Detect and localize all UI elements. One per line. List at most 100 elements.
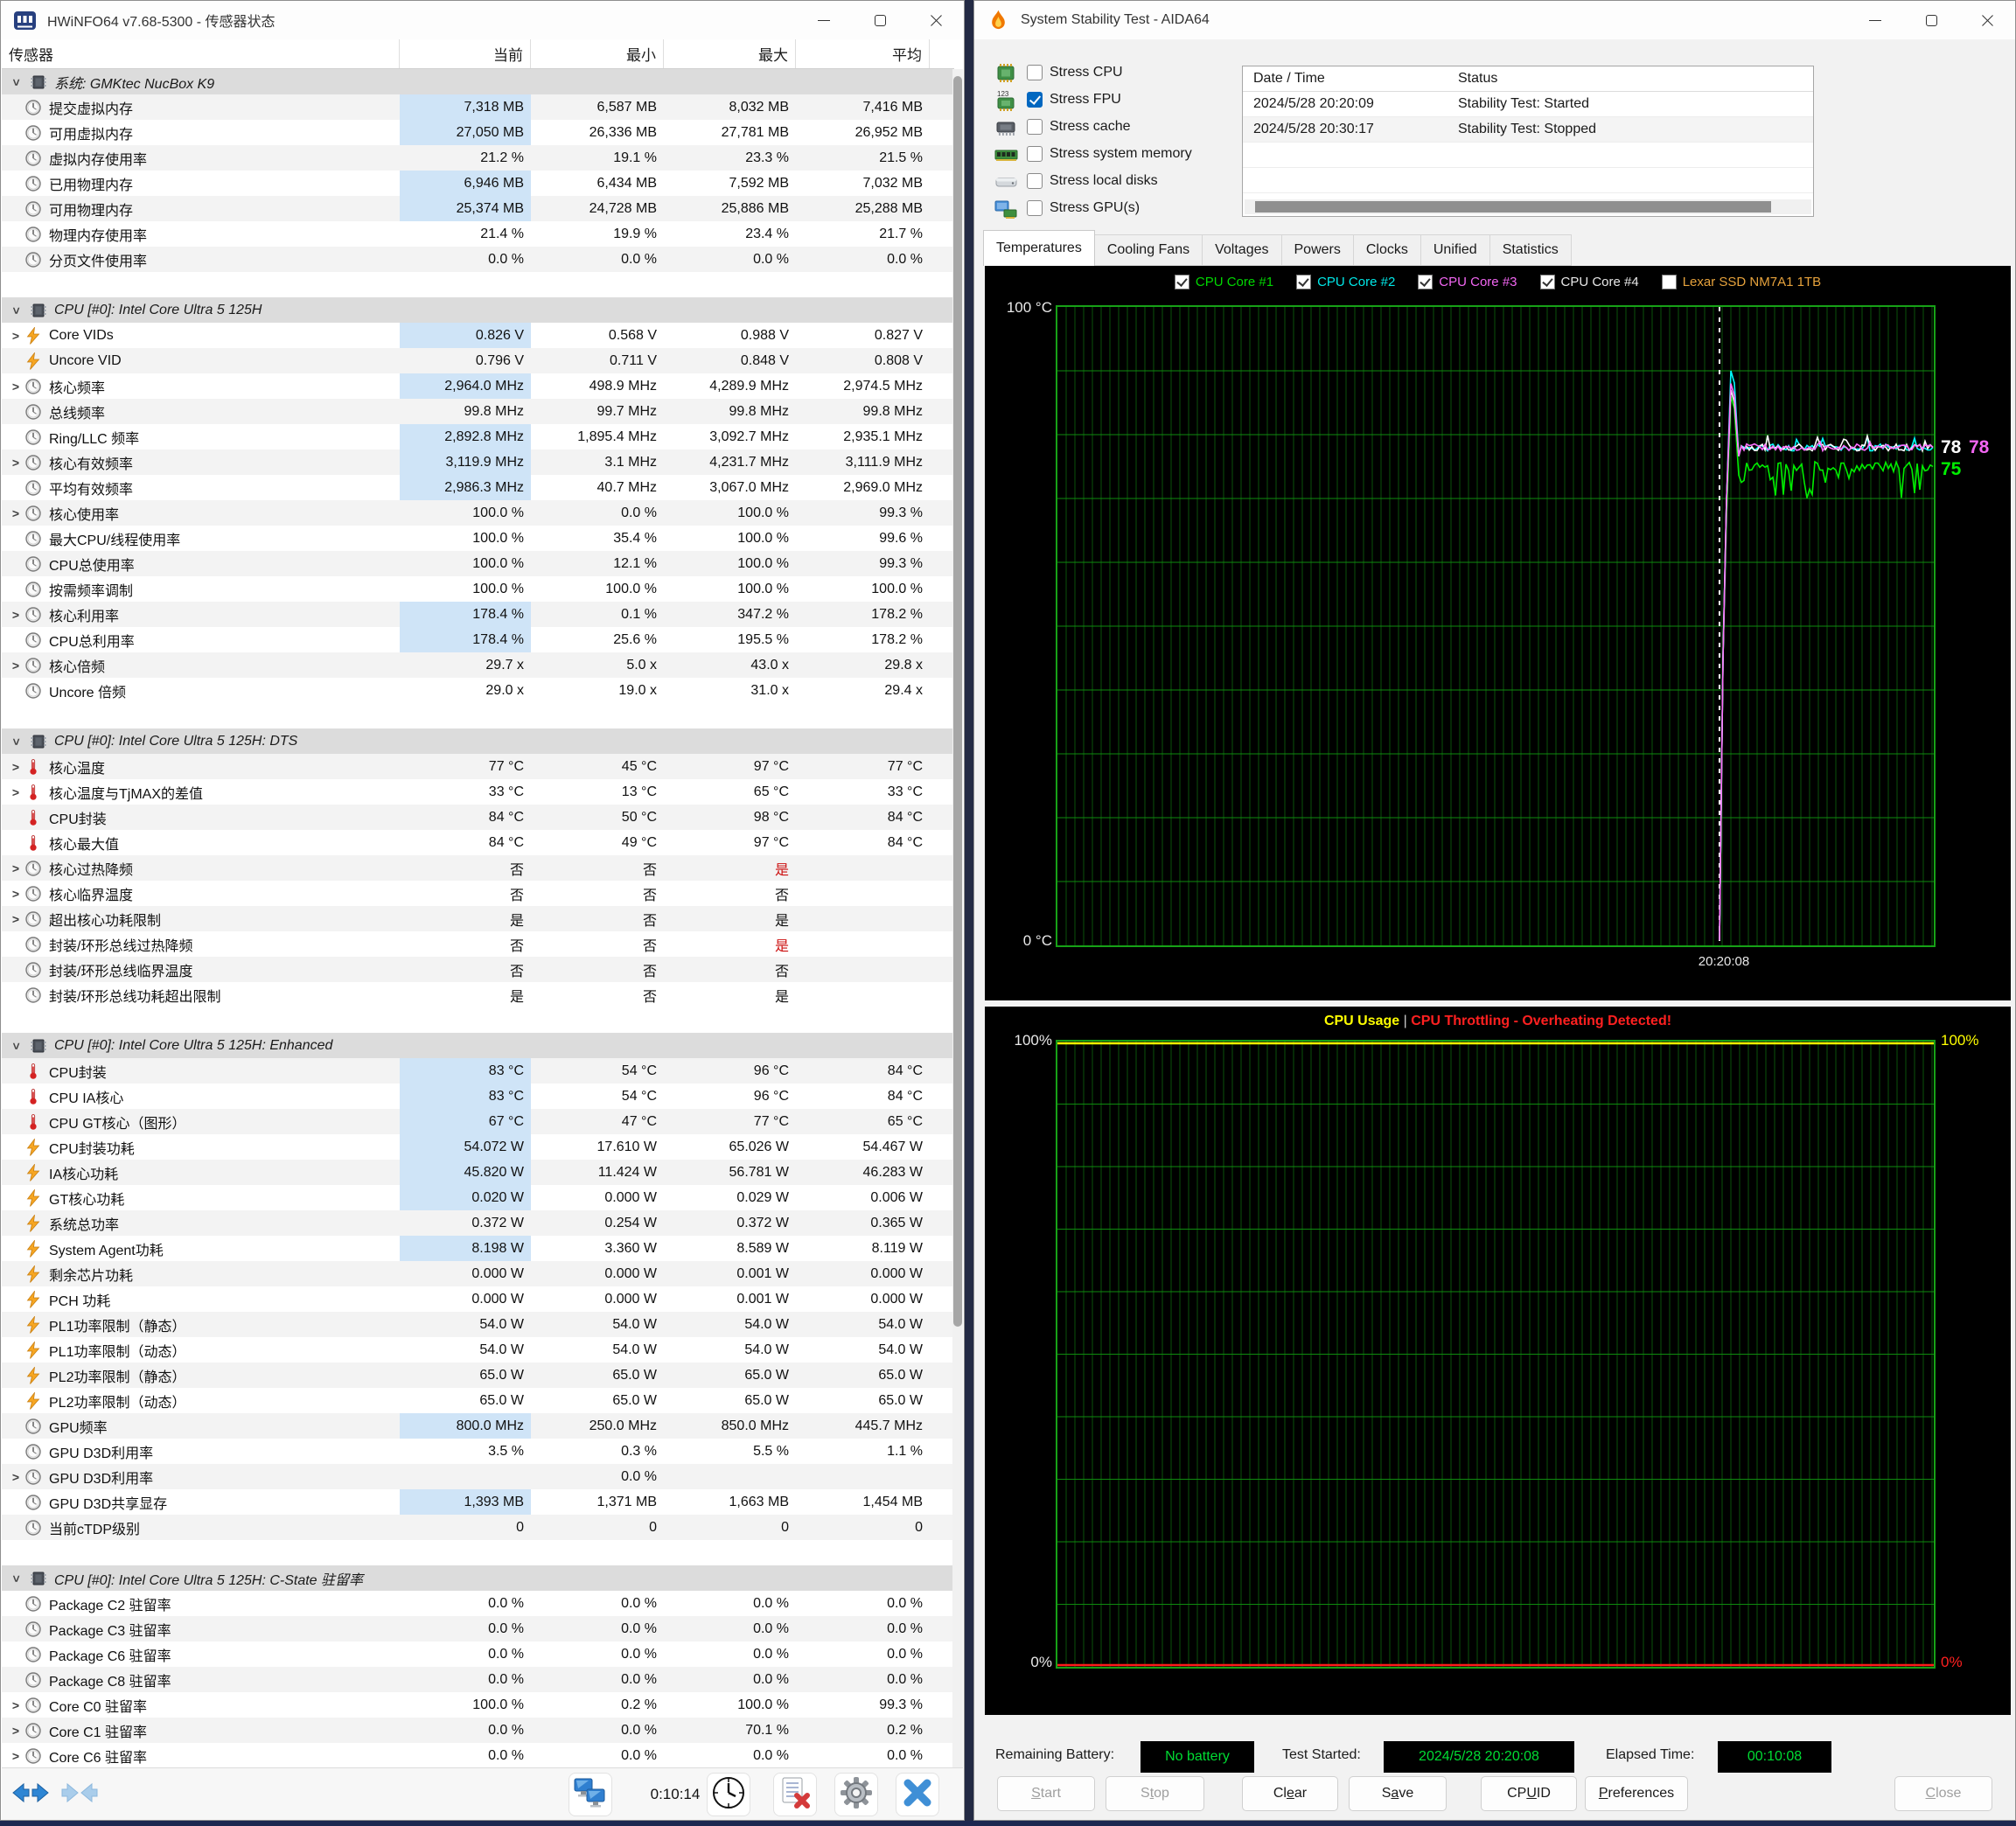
log-header-status[interactable]: Status [1449, 71, 1813, 87]
sensor-row[interactable]: 虚拟内存使用率 21.2 % 19.1 % 23.3 % 21.5 % [2, 145, 954, 171]
sensor-row[interactable]: GPU频率 800.0 MHz 250.0 MHz 850.0 MHz 445.7 MH… [2, 1413, 954, 1439]
log-header-datetime[interactable]: Date / Time [1243, 71, 1449, 87]
checkbox[interactable] [1027, 199, 1043, 216]
sensor-row[interactable]: Package C6 驻留率 0.0 % 0.0 % 0.0 % 0.0 % [2, 1641, 954, 1667]
checkbox[interactable] [1027, 118, 1043, 135]
hwinfo-minimize-button[interactable] [796, 1, 852, 39]
log-row[interactable]: 2024/5/28 20:20:09 Stability Test: Starte… [1243, 92, 1813, 117]
sensor-row[interactable]: CPU封装 84 °C 50 °C 98 °C 84 °C [2, 805, 954, 830]
sensor-row[interactable]: CPU IA核心 83 °C 54 °C 96 °C 84 °C [2, 1084, 954, 1109]
sensor-row[interactable]: CPU总利用率 178.4 % 25.6 % 195.5 % 178.2 % [2, 627, 954, 652]
sensor-group-header[interactable]: > 系统: GMKtec NucBox K9 [2, 69, 954, 94]
sensor-row[interactable]: 可用虚拟内存 27,050 MB 26,336 MB 27,781 MB 26,952 … [2, 120, 954, 145]
column-header-sensor[interactable]: 传感器 [2, 39, 400, 68]
reset-values-button[interactable] [773, 1773, 817, 1816]
checkbox[interactable] [1027, 172, 1043, 189]
sensor-row[interactable]: PL2功率限制（动态） 65.0 W 65.0 W 65.0 W 65.0 W [2, 1388, 954, 1413]
tab-temperatures[interactable]: Temperatures [983, 230, 1095, 266]
sensor-row[interactable]: 封装/环形总线功耗超出限制 是 否 是 [2, 982, 954, 1007]
legend-checkbox[interactable] [1661, 275, 1677, 289]
sensor-row[interactable]: > 核心温度 77 °C 45 °C 97 °C 77 °C [2, 754, 954, 779]
aida64-minimize-button[interactable] [1847, 1, 1903, 39]
sensor-row[interactable]: > Core C0 驻留率 100.0 % 0.2 % 100.0 % 99.3 % [2, 1692, 954, 1718]
expand-chevron-icon[interactable]: > [9, 1749, 23, 1763]
settings-button[interactable] [834, 1773, 878, 1816]
sensor-row[interactable]: > 核心使用率 100.0 % 0.0 % 100.0 % 99.3 % [2, 500, 954, 526]
sensor-row[interactable]: CPU GT核心（图形） 67 °C 47 °C 77 °C 65 °C [2, 1109, 954, 1134]
sensor-row[interactable]: Package C3 驻留率 0.0 % 0.0 % 0.0 % 0.0 % [2, 1616, 954, 1641]
log-row[interactable]: 2024/5/28 20:30:17 Stability Test: Stoppe… [1243, 117, 1813, 143]
preferences-button[interactable]: Preferences [1585, 1776, 1688, 1811]
expand-chevron-icon[interactable]: > [9, 506, 23, 520]
clear-button[interactable]: Cl e ar [1242, 1776, 1338, 1811]
sensor-row[interactable]: > 核心有效频率 3,119.9 MHz 3.1 MHz 4,231.7 MHz 3,11… [2, 450, 954, 475]
sensor-row[interactable]: PCH 功耗 0.000 W 0.000 W 0.001 W 0.000 W [2, 1286, 954, 1312]
sensor-row[interactable]: > 核心频率 2,964.0 MHz 498.9 MHz 4,289.9 MHz 2,97… [2, 373, 954, 399]
sensor-group-header[interactable]: > CPU [#0]: Intel Core Ultra 5 125H: Enha… [2, 1033, 954, 1058]
sensor-group-header[interactable]: > CPU [#0]: Intel Core Ultra 5 125H: DTS [2, 728, 954, 754]
sensor-row[interactable]: CPU封装功耗 54.072 W 17.610 W 65.026 W 54.467 W [2, 1134, 954, 1160]
stress-option-stress-system-memory[interactable]: Stress system memory [992, 140, 1237, 167]
collapse-chevron-icon[interactable]: > [10, 304, 24, 317]
close-button[interactable]: Close [1894, 1776, 1992, 1811]
quit-button[interactable] [896, 1773, 939, 1816]
stress-option-stress-fpu[interactable]: 123 Stress FPU [992, 86, 1237, 113]
cpuid-button[interactable]: CP U ID [1481, 1776, 1577, 1811]
tab-unified[interactable]: Unified [1420, 234, 1490, 266]
hwinfo-close-button[interactable] [908, 1, 964, 39]
sensor-row[interactable]: > Core C6 驻留率 0.0 % 0.0 % 0.0 % 0.0 % [2, 1743, 954, 1767]
logging-clock-button[interactable] [707, 1773, 750, 1816]
collapse-chevron-icon[interactable]: > [10, 76, 24, 88]
expand-chevron-icon[interactable]: > [9, 1470, 23, 1484]
tab-statistics[interactable]: Statistics [1489, 234, 1572, 266]
sensor-row[interactable]: 封装/环形总线临界温度 否 否 否 [2, 957, 954, 982]
tab-cooling-fans[interactable]: Cooling Fans [1094, 234, 1203, 266]
scrollbar-thumb[interactable] [953, 76, 962, 1327]
legend-checkbox[interactable] [1174, 275, 1189, 289]
sensor-row[interactable]: PL1功率限制（动态） 54.0 W 54.0 W 54.0 W 54.0 W [2, 1337, 954, 1363]
sensor-row[interactable]: Uncore VID 0.796 V 0.711 V 0.848 V 0.808 V [2, 348, 954, 373]
sensor-row[interactable]: Package C2 驻留率 0.0 % 0.0 % 0.0 % 0.0 % [2, 1591, 954, 1616]
sensor-row[interactable]: Package C8 驻留率 0.0 % 0.0 % 0.0 % 0.0 % [2, 1667, 954, 1692]
scrollbar-thumb[interactable] [1255, 201, 1771, 213]
sensor-row[interactable]: GPU D3D共享显存 1,393 MB 1,371 MB 1,663 MB 1,454… [2, 1489, 954, 1515]
expand-chevron-icon[interactable]: > [9, 785, 23, 799]
sensor-row[interactable]: IA核心功耗 45.820 W 11.424 W 56.781 W 46.283 W [2, 1160, 954, 1185]
log-horizontal-scrollbar[interactable] [1245, 199, 1811, 214]
sensor-row[interactable]: Uncore 倍频 29.0 x 19.0 x 31.0 x 29.4 x [2, 678, 954, 703]
sensor-row[interactable]: GPU D3D利用率 3.5 % 0.3 % 5.5 % 1.1 % [2, 1439, 954, 1464]
stress-option-stress-cache[interactable]: Stress cache [992, 113, 1237, 140]
sensor-row[interactable]: > Core VIDs 0.826 V 0.568 V 0.988 V 0.827 V [2, 323, 954, 348]
collapse-chevron-icon[interactable]: > [10, 1572, 24, 1585]
sensor-row[interactable]: PL2功率限制（静态） 65.0 W 65.0 W 65.0 W 65.0 W [2, 1363, 954, 1388]
collapse-columns-button[interactable] [58, 1773, 101, 1816]
expand-chevron-icon[interactable]: > [9, 861, 23, 875]
legend-checkbox[interactable] [1296, 275, 1312, 289]
sensor-row[interactable]: > GPU D3D利用率 0.0 % [2, 1464, 954, 1489]
save-button[interactable]: Sa ve [1349, 1776, 1447, 1811]
expand-chevron-icon[interactable]: > [9, 912, 23, 926]
sensor-row[interactable]: > 核心临界温度 否 否 否 [2, 881, 954, 906]
sensor-row[interactable]: > 核心温度与TjMAX的差值 33 °C 13 °C 65 °C 33 °C [2, 779, 954, 805]
sensor-row[interactable]: GT核心功耗 0.020 W 0.000 W 0.029 W 0.006 W [2, 1185, 954, 1210]
tab-clocks[interactable]: Clocks [1353, 234, 1421, 266]
start-button[interactable]: Start [997, 1776, 1095, 1811]
sensor-row[interactable]: 最大CPU/线程使用率 100.0 % 35.4 % 100.0 % 99.6 % [2, 526, 954, 551]
sensor-group-header[interactable]: > CPU [#0]: Intel Core Ultra 5 125H [2, 297, 954, 323]
remote-monitoring-button[interactable] [569, 1773, 612, 1816]
legend-checkbox[interactable] [1539, 275, 1555, 289]
sensor-row[interactable]: 提交虚拟内存 7,318 MB 6,587 MB 8,032 MB 7,416 MB [2, 94, 954, 120]
sensor-row[interactable]: System Agent功耗 8.198 W 3.360 W 8.589 W 8.119… [2, 1236, 954, 1261]
aida64-maximize-button[interactable] [1903, 1, 1959, 39]
expand-chevron-icon[interactable]: > [9, 608, 23, 622]
checkbox[interactable] [1027, 145, 1043, 162]
collapse-chevron-icon[interactable]: > [10, 735, 24, 748]
sensor-row[interactable]: Ring/LLC 频率 2,892.8 MHz 1,895.4 MHz 3,092.7… [2, 424, 954, 450]
sensor-row[interactable]: 按需频率调制 100.0 % 100.0 % 100.0 % 100.0 % [2, 576, 954, 602]
expand-chevron-icon[interactable]: > [9, 456, 23, 470]
column-header-current[interactable]: 当前 [400, 39, 531, 68]
sensor-row[interactable]: 系统总功率 0.372 W 0.254 W 0.372 W 0.365 W [2, 1210, 954, 1236]
sensor-row[interactable]: 分页文件使用率 0.0 % 0.0 % 0.0 % 0.0 % [2, 247, 954, 272]
sensor-row[interactable]: CPU封装 83 °C 54 °C 96 °C 84 °C [2, 1058, 954, 1084]
sensor-row[interactable]: > Core C1 驻留率 0.0 % 0.0 % 70.1 % 0.2 % [2, 1718, 954, 1743]
